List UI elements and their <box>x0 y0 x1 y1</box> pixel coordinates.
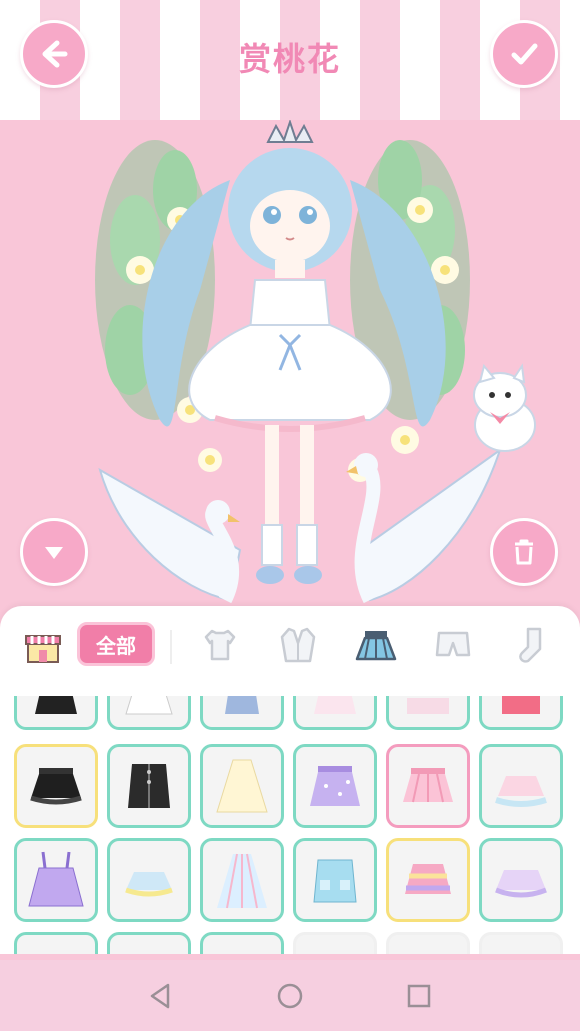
item-cell[interactable] <box>386 838 470 922</box>
tab-outerwear[interactable] <box>275 622 321 668</box>
item-cell[interactable] <box>200 744 284 828</box>
white-cat <box>473 363 536 452</box>
item-cell[interactable] <box>293 838 377 922</box>
all-category-button[interactable]: 全部 <box>77 622 155 666</box>
item-cell[interactable] <box>107 838 191 922</box>
nav-back-button[interactable] <box>145 980 177 1012</box>
tab-bottoms[interactable] <box>430 622 476 668</box>
dress-bodice <box>248 279 332 331</box>
chevron-down-icon <box>45 547 63 559</box>
shirt-icon <box>204 629 236 661</box>
nav-recents-icon <box>407 984 431 1008</box>
tab-skirts[interactable] <box>353 622 399 668</box>
swan-right <box>346 447 502 604</box>
jacket-icon <box>280 627 316 663</box>
tab-tops[interactable] <box>197 622 243 668</box>
item-cell[interactable] <box>14 696 98 730</box>
delete-button[interactable] <box>490 518 558 586</box>
nav-home-icon <box>277 983 303 1009</box>
sock-icon <box>519 627 542 663</box>
item-cell[interactable] <box>107 696 191 730</box>
item-cell[interactable] <box>200 838 284 922</box>
item-cell[interactable] <box>386 696 470 730</box>
tab-socks[interactable] <box>507 622 553 668</box>
skirt-icon <box>355 631 397 661</box>
shop-icon[interactable] <box>20 624 66 670</box>
checkmark-icon <box>511 43 538 65</box>
item-cell[interactable] <box>14 838 98 922</box>
nav-recents-button[interactable] <box>403 980 435 1012</box>
shorts-icon <box>435 631 471 657</box>
item-cell[interactable] <box>386 744 470 828</box>
item-cell[interactable] <box>386 932 470 954</box>
item-cell[interactable] <box>14 744 98 828</box>
collapse-button[interactable] <box>20 518 88 586</box>
trash-icon <box>515 539 533 565</box>
back-arrow-icon <box>42 40 68 68</box>
item-cell[interactable] <box>479 838 563 922</box>
item-grid <box>0 696 580 954</box>
item-cell[interactable] <box>479 696 563 730</box>
confirm-button[interactable] <box>490 20 558 88</box>
item-cell[interactable] <box>293 932 377 954</box>
character-face <box>250 190 330 262</box>
item-cell[interactable] <box>14 932 98 954</box>
item-cell[interactable] <box>293 744 377 828</box>
item-cell[interactable] <box>107 744 191 828</box>
system-nav-bar <box>0 960 580 1031</box>
item-cell[interactable] <box>200 932 284 954</box>
nav-back-icon <box>150 983 170 1009</box>
tiara <box>266 120 314 143</box>
back-button[interactable] <box>20 20 88 88</box>
category-divider <box>170 630 172 664</box>
item-cell[interactable] <box>200 696 284 730</box>
item-cell[interactable] <box>479 744 563 828</box>
item-cell[interactable] <box>479 932 563 954</box>
nav-home-button[interactable] <box>274 980 306 1012</box>
item-cell[interactable] <box>107 932 191 954</box>
swan-left <box>98 467 242 604</box>
item-cell[interactable] <box>293 696 377 730</box>
